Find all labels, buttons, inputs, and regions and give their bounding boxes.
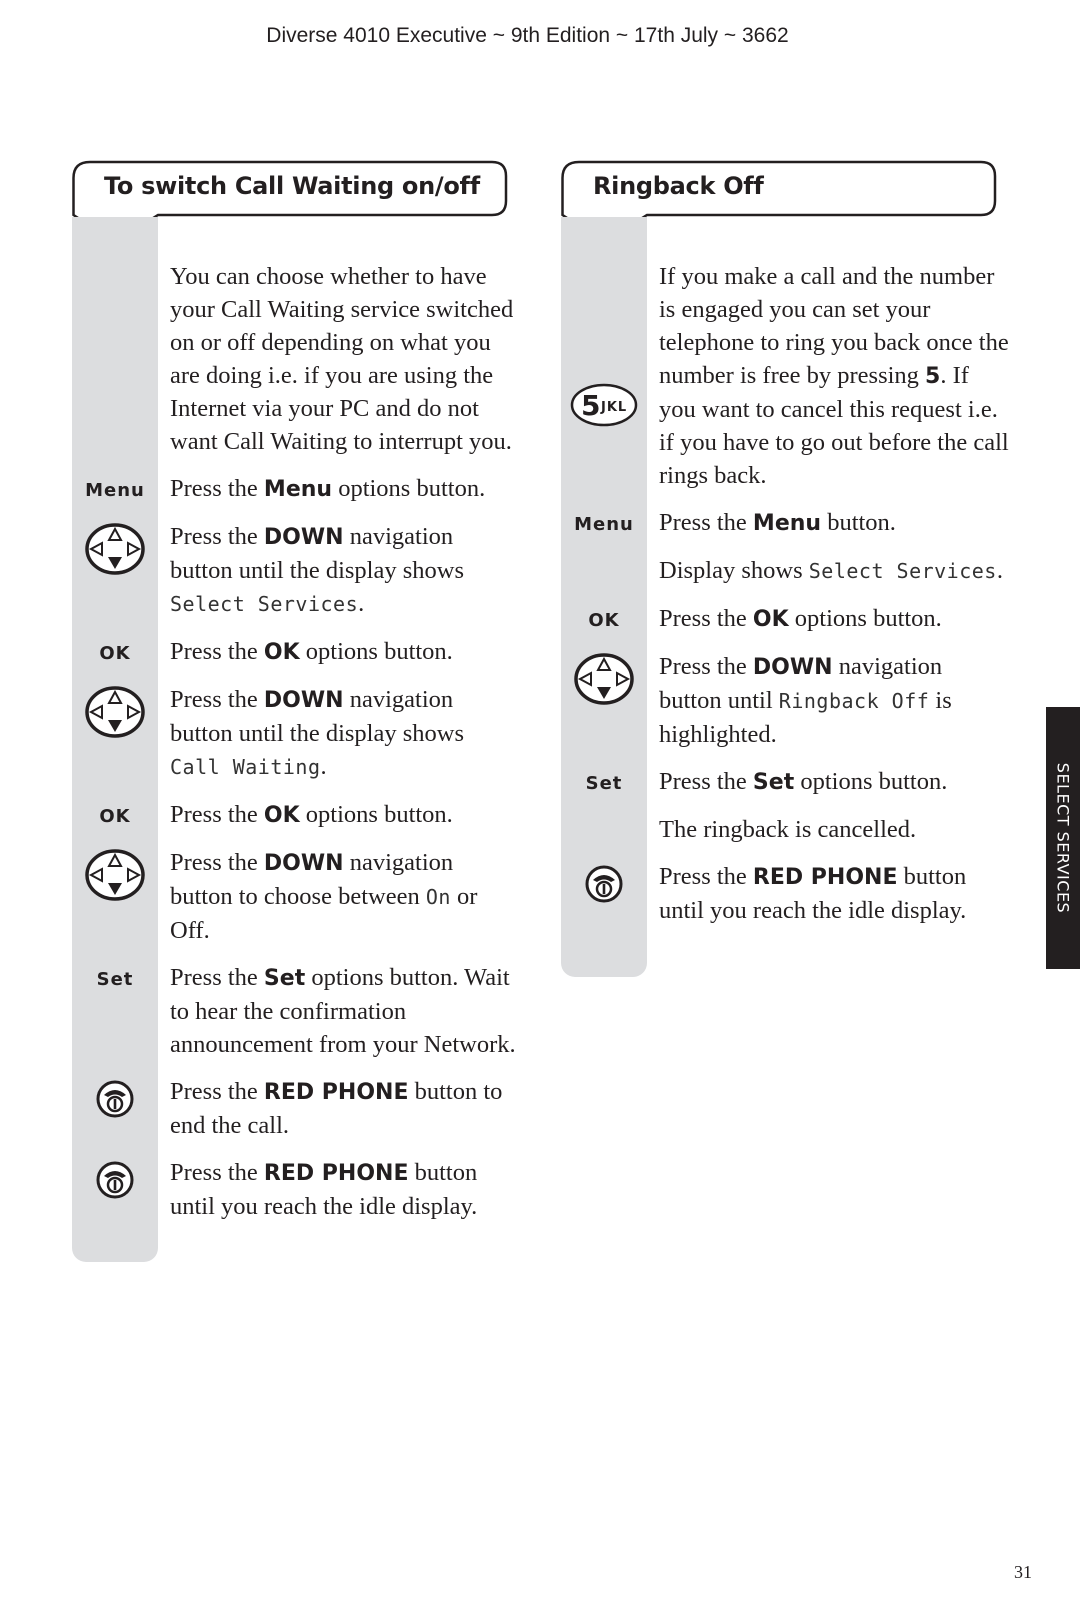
step-text: options button. bbox=[299, 638, 453, 665]
step-button-name: RED PHONE bbox=[752, 865, 898, 890]
step-text: Press the bbox=[170, 801, 264, 828]
menu-softkey-label: Menu bbox=[85, 480, 145, 501]
step-text: Press the bbox=[659, 509, 753, 536]
step-button-name: RED PHONE bbox=[263, 1080, 409, 1105]
step-item: OK Press the OK options button. bbox=[588, 602, 1009, 636]
navigation-button-icon bbox=[561, 652, 647, 717]
step-text: Press the bbox=[659, 863, 753, 890]
display-text: On bbox=[425, 885, 451, 909]
step-text: Press the bbox=[170, 849, 264, 876]
step-button-name: Menu bbox=[263, 477, 333, 502]
display-text: Select Services bbox=[170, 592, 359, 616]
display-text: Select Services bbox=[808, 559, 997, 583]
steps-list: 5 JKL If you make a call and the number is… bbox=[570, 260, 1009, 941]
section-side-tab: SELECT SERVICES bbox=[1046, 707, 1080, 969]
ok-softkey-label: OK bbox=[99, 643, 131, 664]
step-item: Press the DOWN navigation button until t… bbox=[85, 683, 520, 784]
step-text: Press the bbox=[659, 605, 753, 632]
display-text: Call Waiting bbox=[170, 755, 321, 779]
step-item: Menu Press the Menu button. bbox=[574, 506, 1009, 540]
red-phone-icon bbox=[72, 1160, 158, 1211]
display-text: Ringback Off bbox=[778, 689, 930, 713]
set-softkey-label: Set bbox=[585, 773, 623, 794]
svg-text:JKL: JKL bbox=[600, 400, 627, 415]
step-text: button. bbox=[821, 509, 896, 536]
step-item: Press the RED PHONE button until you rea… bbox=[96, 1156, 520, 1223]
step-button-name: OK bbox=[752, 607, 789, 632]
step-item: OK Press the OK options button. bbox=[99, 635, 520, 669]
step-item: The ringback is cancelled. bbox=[659, 813, 1009, 846]
step-item: Set Press the Set options button. bbox=[586, 765, 1009, 799]
step-item: Display shows Select Services. bbox=[659, 554, 1009, 588]
ok-softkey-label: OK bbox=[588, 610, 620, 631]
step-button-name: RED PHONE bbox=[263, 1161, 409, 1186]
section-title-box: To switch Call Waiting on/off bbox=[72, 160, 512, 244]
section-ringback-off: Ringback Off 5 JKL If you make a call and … bbox=[561, 160, 1009, 977]
step-item: Set Press the Set options button. Wait to… bbox=[97, 961, 520, 1061]
step-text: Press the bbox=[170, 964, 264, 991]
step-item: Press the DOWN navigation button to choo… bbox=[85, 846, 520, 947]
step-button-name: DOWN bbox=[263, 851, 344, 876]
step-text: Press the bbox=[659, 653, 753, 680]
step-text: options button. bbox=[788, 605, 942, 632]
page-number: 31 bbox=[1014, 1562, 1032, 1582]
step-item: OK Press the OK options button. bbox=[99, 798, 520, 832]
step-button-name: OK bbox=[263, 803, 300, 828]
step-text: Press the bbox=[170, 475, 264, 502]
step-button-name: DOWN bbox=[263, 688, 344, 713]
intro-text: You can choose whether to have your Call… bbox=[170, 263, 514, 455]
step-button-name: Menu bbox=[752, 511, 822, 536]
step-text: The ringback is cancelled. bbox=[659, 816, 917, 843]
step-item: 5 JKL If you make a call and the number is… bbox=[570, 260, 1009, 492]
step-text: . bbox=[358, 590, 365, 617]
navigation-button-icon bbox=[72, 848, 158, 913]
section-title-box: Ringback Off bbox=[561, 160, 1001, 244]
side-tab-label: SELECT SERVICES bbox=[1053, 762, 1073, 914]
step-text: Press the bbox=[659, 768, 753, 795]
step-text: Press the bbox=[170, 1159, 264, 1186]
set-softkey-label: Set bbox=[96, 969, 134, 990]
section-title: To switch Call Waiting on/off bbox=[104, 172, 480, 200]
step-text: . bbox=[320, 753, 327, 780]
menu-softkey-label: Menu bbox=[574, 514, 634, 535]
document-header: Diverse 4010 Executive ~ 9th Edition ~ 1… bbox=[266, 24, 789, 47]
red-phone-icon bbox=[72, 1079, 158, 1130]
step-button-name: OK bbox=[263, 640, 300, 665]
red-phone-icon bbox=[561, 864, 647, 915]
step-item: Menu Press the Menu options button. bbox=[85, 472, 520, 506]
navigation-button-icon bbox=[72, 685, 158, 750]
step-item: Press the DOWN navigation button until R… bbox=[574, 650, 1009, 751]
steps-list: You can choose whether to have your Call… bbox=[85, 260, 520, 1237]
section-call-waiting: To switch Call Waiting on/off You can ch… bbox=[72, 160, 516, 1262]
step-text: Display shows bbox=[659, 557, 809, 584]
step-text: . bbox=[996, 557, 1003, 584]
ok-softkey-label: OK bbox=[99, 806, 131, 827]
step-text: options button. bbox=[332, 475, 486, 502]
step-text: Press the bbox=[170, 638, 264, 665]
step-button-name: Set bbox=[263, 966, 306, 991]
step-button-name: DOWN bbox=[263, 525, 344, 550]
key-5-icon: 5 JKL bbox=[561, 382, 647, 439]
section-title: Ringback Off bbox=[593, 172, 764, 200]
step-button-name: Set bbox=[752, 770, 795, 795]
step-item: Press the RED PHONE button until you rea… bbox=[585, 860, 1009, 927]
icon-gutter bbox=[561, 217, 647, 977]
step-text: Press the bbox=[170, 1078, 264, 1105]
step-button-name: 5 bbox=[925, 364, 941, 389]
step-button-name: DOWN bbox=[752, 655, 833, 680]
navigation-button-icon bbox=[72, 522, 158, 587]
step-item: Press the RED PHONE button to end the ca… bbox=[96, 1075, 520, 1142]
svg-text:5: 5 bbox=[581, 389, 601, 422]
step-item: Press the DOWN navigation button until t… bbox=[85, 520, 520, 621]
step-text: options button. bbox=[794, 768, 948, 795]
step-text: options button. bbox=[299, 801, 453, 828]
step-text: Press the bbox=[170, 686, 264, 713]
step-text: Press the bbox=[170, 523, 264, 550]
